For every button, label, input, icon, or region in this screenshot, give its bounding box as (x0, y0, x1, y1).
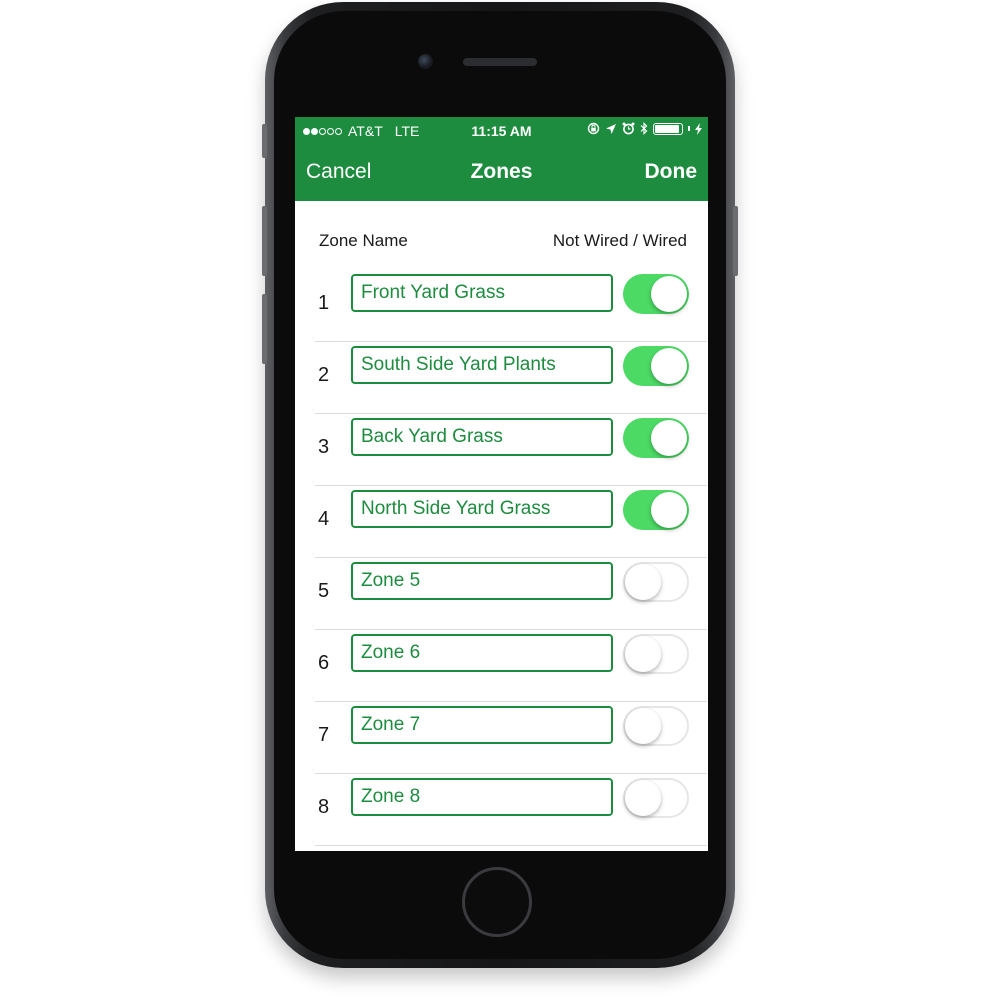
toggle-knob (651, 348, 687, 384)
status-bar: AT&T LTE 11:15 AM (295, 117, 708, 143)
zone-row: 2 (315, 342, 707, 414)
zone-number: 4 (318, 508, 330, 530)
zone-name-field[interactable] (351, 778, 613, 816)
power-button (733, 206, 738, 276)
zone-name-header: Zone Name (319, 231, 408, 250)
volume-down-button (262, 294, 267, 364)
zone-row: 3 (315, 414, 707, 486)
location-arrow-icon (606, 123, 616, 134)
device-stage: AT&T LTE 11:15 AM Cancel Zones Done Zone… (0, 0, 1000, 1000)
wired-header: Not Wired / Wired (552, 231, 687, 250)
zone-row: 1 (315, 270, 707, 342)
zone-name-field[interactable] (351, 274, 613, 312)
battery-icon (653, 122, 683, 135)
bluetooth-icon (640, 122, 648, 135)
zone-list: 1 2 3 4 5 (295, 270, 708, 846)
zone-number: 8 (318, 796, 330, 818)
home-button[interactable] (462, 867, 532, 937)
orientation-lock-icon (587, 122, 600, 135)
toggle-knob (651, 276, 687, 312)
wired-toggle[interactable] (623, 778, 689, 818)
toggle-knob (625, 780, 661, 816)
battery-tip (688, 126, 690, 131)
toggle-knob (625, 636, 661, 672)
zone-row: 5 (315, 558, 707, 630)
zone-row: 6 (315, 630, 707, 702)
toggle-knob (651, 492, 687, 528)
toggle-knob (625, 564, 661, 600)
zone-name-field[interactable] (351, 634, 613, 672)
zone-number: 5 (318, 580, 330, 602)
wired-toggle[interactable] (623, 490, 689, 530)
zone-row: 4 (315, 486, 707, 558)
alarm-icon (622, 122, 635, 135)
mute-switch (262, 124, 267, 158)
zone-number: 3 (318, 436, 330, 458)
app-screen: AT&T LTE 11:15 AM Cancel Zones Done Zone… (295, 117, 708, 851)
wired-toggle[interactable] (623, 274, 689, 314)
column-header: Zone Name Not Wired / Wired (295, 201, 708, 281)
wired-toggle[interactable] (623, 634, 689, 674)
wired-toggle[interactable] (623, 346, 689, 386)
wired-toggle[interactable] (623, 562, 689, 602)
zone-number: 6 (318, 652, 330, 674)
zone-name-field[interactable] (351, 418, 613, 456)
zone-row: 7 (315, 702, 707, 774)
zone-name-field[interactable] (351, 346, 613, 384)
charging-bolt-icon (695, 122, 702, 135)
volume-up-button (262, 206, 267, 276)
zone-number: 1 (318, 292, 330, 314)
wired-toggle[interactable] (623, 418, 689, 458)
toggle-knob (651, 420, 687, 456)
toggle-knob (625, 708, 661, 744)
zone-number: 2 (318, 364, 330, 386)
done-button[interactable]: Done (645, 160, 698, 184)
earpiece-speaker (463, 58, 537, 66)
status-right (587, 122, 702, 135)
front-camera (418, 54, 433, 69)
zone-name-field[interactable] (351, 490, 613, 528)
wired-toggle[interactable] (623, 706, 689, 746)
zone-name-field[interactable] (351, 562, 613, 600)
navigation-bar: Cancel Zones Done (295, 143, 708, 201)
zone-number: 7 (318, 724, 330, 746)
zone-row: 8 (315, 774, 707, 846)
zone-name-field[interactable] (351, 706, 613, 744)
